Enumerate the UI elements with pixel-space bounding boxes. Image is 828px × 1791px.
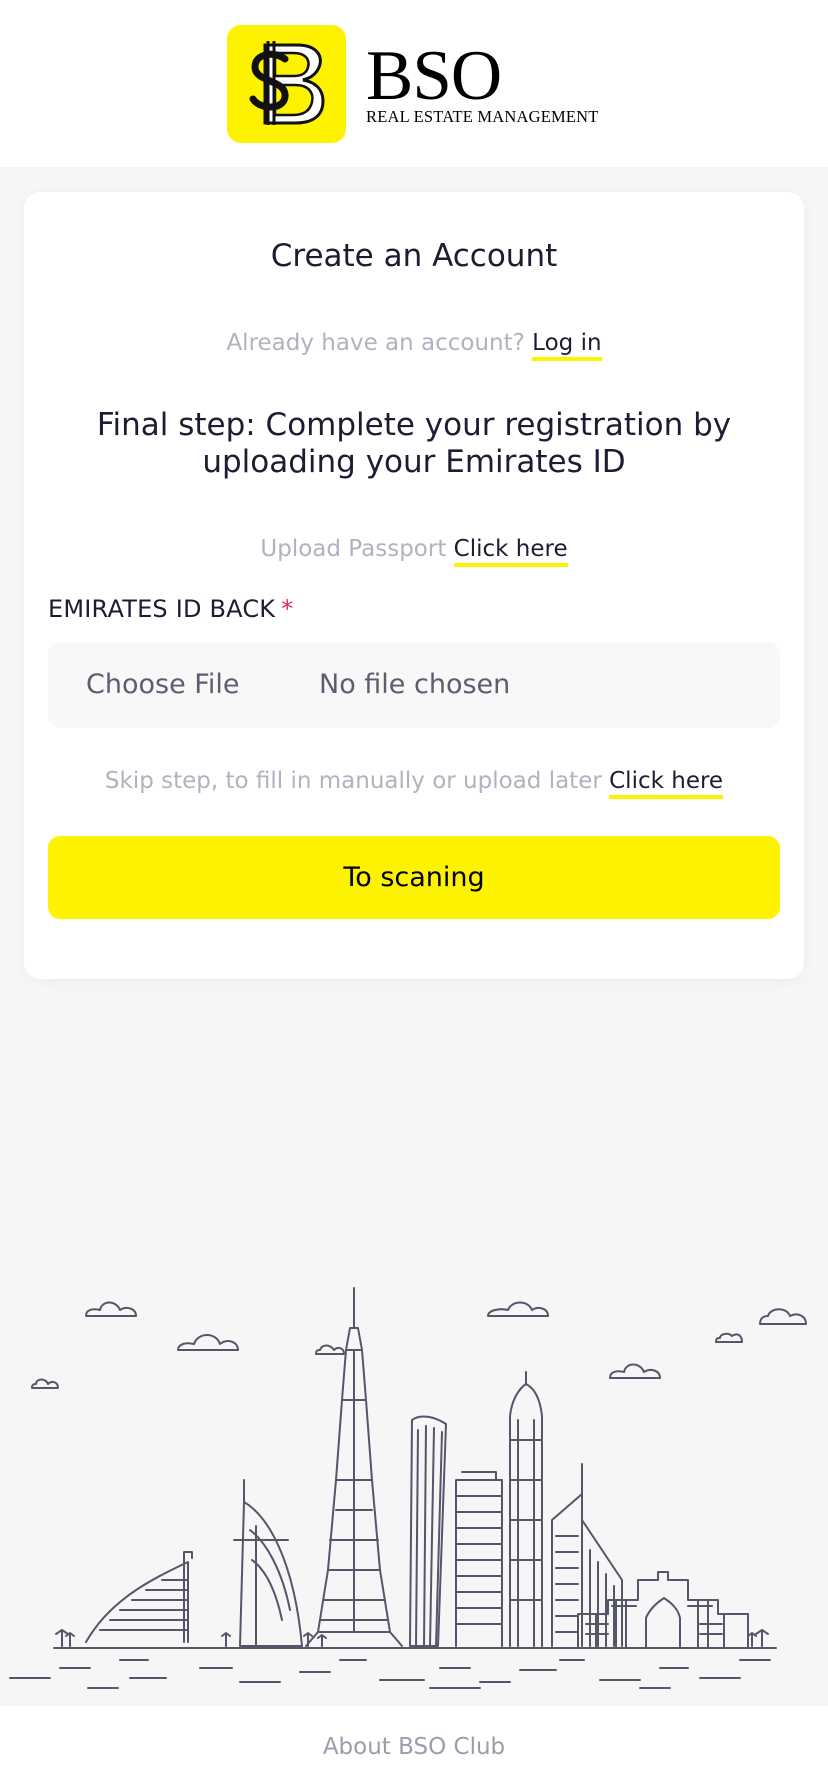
login-row: Already have an account? Log in: [0, 327, 828, 361]
skip-link[interactable]: Click here: [609, 768, 724, 799]
to-scanning-button[interactable]: To scaning: [48, 836, 780, 919]
dubai-skyline-illustration: [9, 1287, 807, 1689]
file-status: No file chosen: [319, 669, 511, 700]
step-heading: Final step: Complete your registration b…: [96, 407, 732, 480]
skip-text: Skip step, to fill in manually or upload…: [104, 768, 602, 794]
bso-logo-icon: [227, 25, 346, 143]
login-prompt: Already have an account?: [226, 330, 525, 356]
upload-passport-link[interactable]: Click here: [453, 536, 568, 567]
passport-prompt: Upload Passport: [260, 536, 447, 562]
page-title: Create an Account: [270, 238, 558, 274]
about-bso-club-link[interactable]: About BSO Club: [0, 1731, 828, 1763]
required-mark: *: [281, 595, 294, 623]
brand-name: BSO: [366, 37, 502, 115]
login-link[interactable]: Log in: [532, 330, 602, 361]
choose-file-button[interactable]: Choose File: [86, 642, 239, 728]
brand-subtitle: REAL ESTATE MANAGEMENT: [366, 107, 599, 126]
emirates-id-back-file-input[interactable]: Choose File No file chosen: [48, 642, 780, 728]
header: BSO REAL ESTATE MANAGEMENT: [0, 0, 828, 167]
emirates-id-back-label: EMIRATES ID BACK *: [48, 593, 293, 625]
skip-row: Skip step, to fill in manually or upload…: [0, 765, 828, 799]
field-label-text: EMIRATES ID BACK: [48, 595, 276, 623]
passport-row: Upload Passport Click here: [0, 533, 828, 567]
